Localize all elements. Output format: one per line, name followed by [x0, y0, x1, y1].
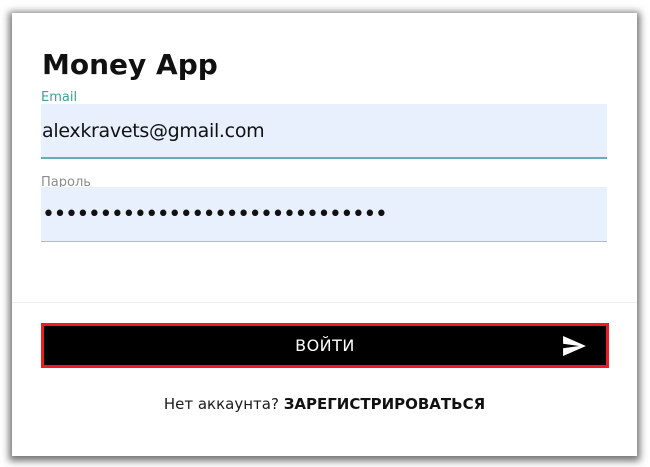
login-card: Money App Email Пароль ВОЙТИ Нет аккаунт…: [12, 13, 637, 456]
divider: [12, 302, 637, 303]
signup-link[interactable]: ЗАРЕГИСТРИРОВАТЬСЯ: [284, 395, 485, 413]
app-title: Money App: [42, 48, 218, 81]
signup-row: Нет аккаунта? ЗАРЕГИСТРИРОВАТЬСЯ: [12, 394, 637, 414]
password-input[interactable]: [41, 187, 607, 242]
email-input[interactable]: [41, 104, 607, 159]
send-icon: [563, 336, 586, 356]
signup-prompt: Нет аккаунта?: [163, 395, 279, 413]
login-button-label: ВОЙТИ: [295, 336, 355, 355]
login-button[interactable]: ВОЙТИ: [41, 323, 609, 368]
